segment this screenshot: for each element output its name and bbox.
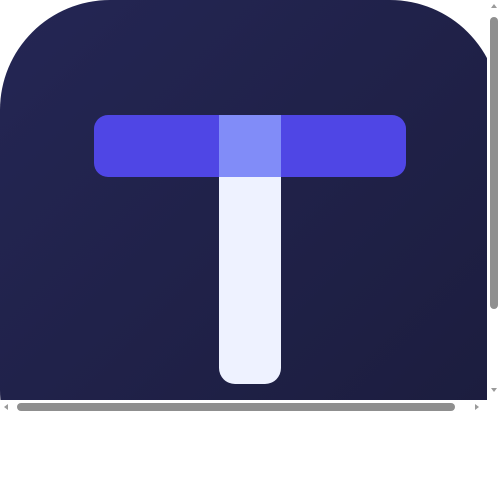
- horizontal-scrollbar[interactable]: [0, 400, 487, 413]
- crossbar-right: [281, 115, 406, 177]
- vertical-scrollbar[interactable]: [487, 0, 500, 400]
- scroll-down-arrow-icon[interactable]: [491, 388, 497, 392]
- scroll-left-arrow-icon[interactable]: [4, 404, 8, 410]
- scroll-up-arrow-icon[interactable]: [491, 4, 497, 8]
- vertical-scrollbar-thumb[interactable]: [490, 17, 498, 309]
- scroll-right-arrow-icon[interactable]: [475, 404, 479, 410]
- horizontal-scrollbar-thumb[interactable]: [17, 403, 455, 411]
- scrollbar-corner: [487, 400, 500, 413]
- image-viewer: [0, 0, 500, 500]
- letter-t-logo-icon: [0, 0, 487, 400]
- image-frame: [0, 0, 487, 400]
- crossbar-left: [94, 115, 219, 177]
- t-stem: [219, 177, 281, 384]
- crossbar-center-highlight: [219, 115, 281, 177]
